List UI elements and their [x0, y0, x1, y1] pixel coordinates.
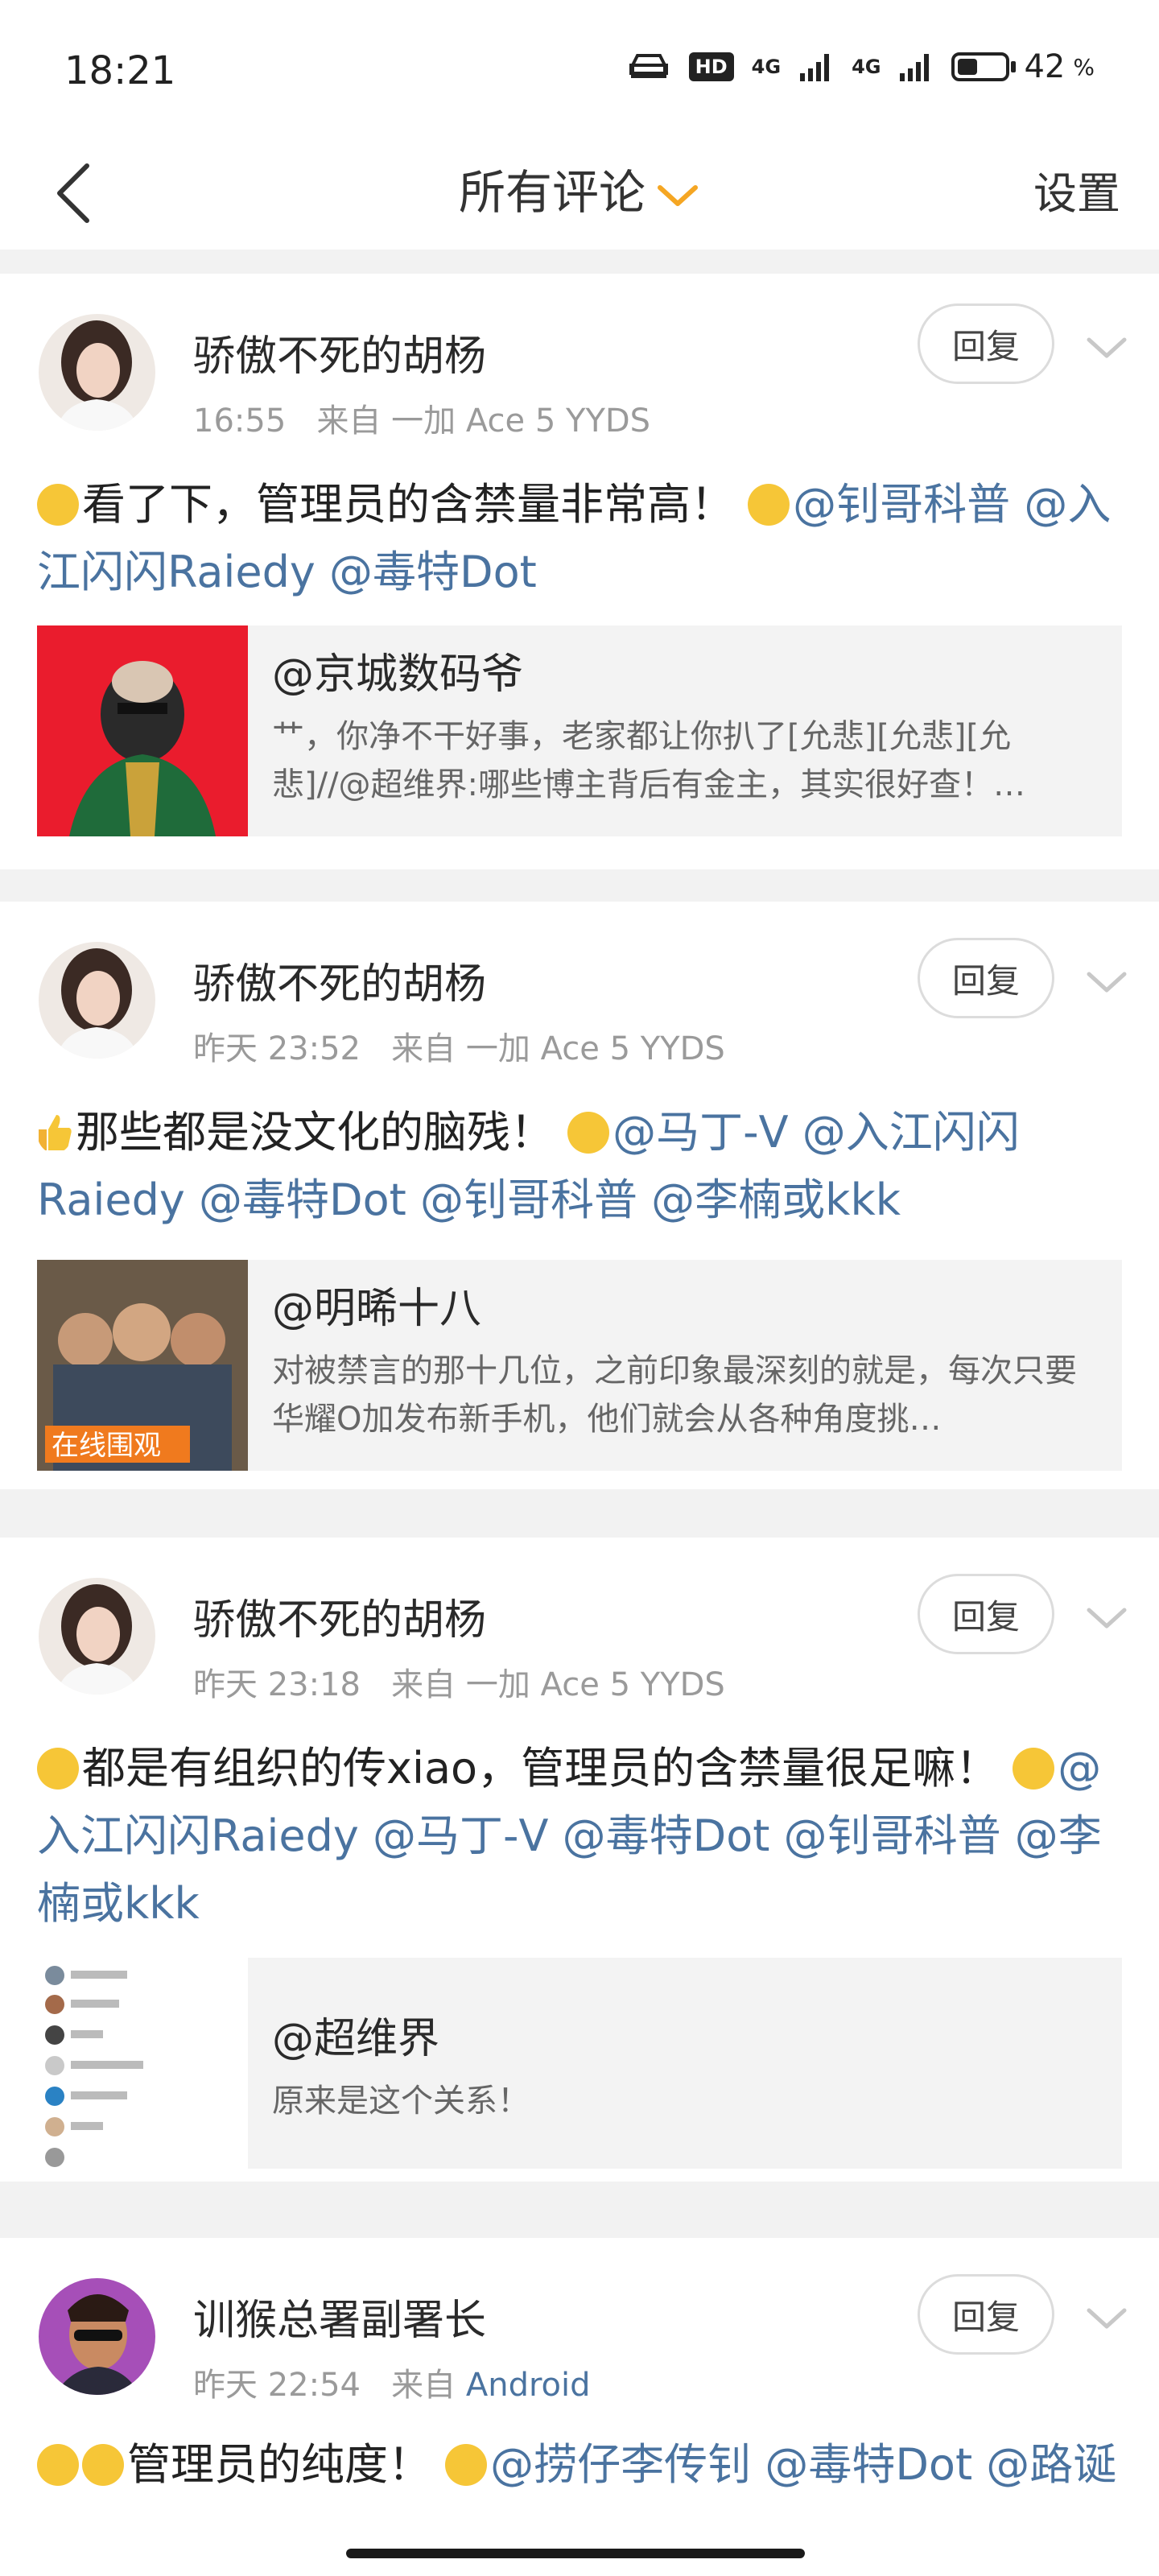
- avatar[interactable]: [39, 2278, 155, 2395]
- signal-icon-2: [900, 54, 930, 81]
- comment-body: 管理员的纯度！: [127, 2439, 431, 2490]
- user-name[interactable]: 骄傲不死的胡杨: [193, 950, 486, 1010]
- battery-indicator: 42%: [951, 48, 1095, 85]
- comment-body: 看了下，管理员的含禁量非常高！: [82, 479, 734, 530]
- status-icons: HD 4G 4G 42%: [626, 48, 1095, 85]
- comment-card: 骄傲不死的胡杨 昨天 23:18 来自 一加 Ace 5 YYDS 回复 都是有…: [0, 1538, 1159, 2182]
- reply-button[interactable]: 回复: [918, 2274, 1054, 2355]
- signal-icon-1: [800, 54, 830, 81]
- comment-meta: 昨天 23:18 来自 一加 Ace 5 YYDS: [193, 1658, 725, 1705]
- battery-unit: %: [1073, 53, 1095, 80]
- car-icon: [629, 54, 668, 78]
- quoted-post-text: 原来是这个关系！: [272, 2083, 530, 2120]
- quoted-post-thumbnail: 在线围观: [37, 1260, 248, 1471]
- comment-time: 16:55: [193, 402, 287, 440]
- comment-source: 一加 Ace 5 YYDS: [391, 402, 651, 440]
- network-4g-label-2: 4G: [852, 56, 881, 78]
- hd-badge: HD: [688, 52, 734, 81]
- thinking-emoji-icon: [748, 484, 790, 526]
- status-bar: 18:21 HD 4G 4G 42%: [0, 0, 1159, 137]
- quoted-post-author: @京城数码爷: [272, 650, 524, 699]
- thumbs-up-emoji-icon: [39, 1115, 72, 1150]
- page-title: 所有评论: [458, 165, 645, 220]
- quoted-post[interactable]: @超维界 原来是这个关系！: [37, 1958, 1122, 2169]
- smirk-emoji-icon: [37, 484, 79, 526]
- more-chevron-icon[interactable]: [1083, 332, 1131, 364]
- user-name[interactable]: 骄傲不死的胡杨: [193, 1586, 486, 1646]
- comment-meta: 昨天 22:54 来自 Android: [193, 2359, 591, 2405]
- quoted-post-thumbnail: [37, 1958, 248, 2169]
- reply-button[interactable]: 回复: [918, 303, 1054, 384]
- network-4g-label-1: 4G: [751, 56, 782, 78]
- grin-emoji-icon: [445, 2444, 488, 2486]
- more-chevron-icon[interactable]: [1083, 2302, 1131, 2334]
- comment-meta: 16:55 来自 一加 Ace 5 YYDS: [193, 394, 650, 441]
- comment-time: 昨天 22:54: [193, 2367, 361, 2404]
- quoted-post[interactable]: @京城数码爷 艹，你净不干好事，老家都让你扒了[允悲][允悲][允悲]//@超维…: [37, 625, 1122, 836]
- quoted-post-author: @超维界: [272, 2015, 440, 2063]
- from-label: 来自: [316, 402, 382, 440]
- avatar[interactable]: [39, 314, 155, 431]
- more-chevron-icon[interactable]: [1083, 1602, 1131, 1634]
- more-chevron-icon[interactable]: [1083, 966, 1131, 998]
- comment-time: 昨天 23:18: [193, 1666, 361, 1703]
- from-label: 来自: [391, 1030, 456, 1067]
- comment-body: 那些都是没文化的脑残！: [76, 1107, 554, 1158]
- quoted-post-thumbnail: [37, 625, 248, 836]
- comment-source: Android: [465, 2367, 591, 2404]
- reply-button[interactable]: 回复: [918, 1574, 1054, 1654]
- avatar[interactable]: [39, 1578, 155, 1695]
- comment-source: 一加 Ace 5 YYDS: [465, 1666, 725, 1703]
- comment-text: 看了下，管理员的含禁量非常高！ @钊哥科普 @入江闪闪Raiedy @毒特Dot: [37, 471, 1124, 606]
- comment-card: 训猴总署副署长 昨天 22:54 来自 Android 回复 管理员的纯度！ @…: [0, 2238, 1159, 2576]
- chevron-down-icon: [658, 184, 698, 206]
- yum-emoji-icon: [567, 1112, 610, 1154]
- smirk-emoji-icon: [1013, 1748, 1055, 1790]
- comment-meta: 昨天 23:52 来自 一加 Ace 5 YYDS: [193, 1022, 725, 1069]
- comment-card: 骄傲不死的胡杨 昨天 23:52 来自 一加 Ace 5 YYDS 回复 那些都…: [0, 902, 1159, 1489]
- comment-body: 都是有组织的传xiao，管理员的含禁量很足嘛！: [82, 1743, 1000, 1794]
- thumbnail-caption: 在线围观: [52, 1430, 161, 1462]
- mention-links[interactable]: @捞仔李传钊 @毒特Dot @路诞: [490, 2439, 1116, 2490]
- reply-button[interactable]: 回复: [918, 938, 1054, 1018]
- thinking-emoji-icon: [37, 2444, 79, 2486]
- quoted-post-text: 对被禁言的那十几位，之前印象最深刻的就是，每次只要华耀O加发布新手机，他们就会从…: [272, 1352, 1077, 1438]
- comment-time: 昨天 23:52: [193, 1030, 361, 1067]
- quoted-post[interactable]: 在线围观 @明晞十八 对被禁言的那十几位，之前印象最深刻的就是，每次只要华耀O加…: [37, 1260, 1122, 1471]
- comment-card: 骄傲不死的胡杨 16:55 来自 一加 Ace 5 YYDS 回复 看了下，管理…: [0, 274, 1159, 869]
- user-name[interactable]: 训猴总署副署长: [193, 2286, 486, 2347]
- quoted-post-text: 艹，你净不干好事，老家都让你扒了[允悲][允悲][允悲]//@超维界:哪些博主背…: [272, 718, 1026, 803]
- user-name[interactable]: 骄傲不死的胡杨: [193, 322, 486, 382]
- comment-text: 都是有组织的传xiao，管理员的含禁量很足嘛！ @入江闪闪Raiedy @马丁-…: [37, 1735, 1124, 1938]
- comment-filter-dropdown[interactable]: 所有评论: [0, 155, 1159, 222]
- from-label: 来自: [391, 2367, 456, 2404]
- comment-text: 管理员的纯度！ @捞仔李传钊 @毒特Dot @路诞: [37, 2431, 1124, 2512]
- comment-text: 那些都是没文化的脑残！ @马丁-V @入江闪闪Raiedy @毒特Dot @钊哥…: [37, 1099, 1124, 1234]
- battery-icon: [951, 52, 1010, 81]
- settings-button[interactable]: 设置: [1033, 158, 1120, 221]
- status-time: 18:21: [64, 48, 176, 93]
- quoted-post-author: @明晞十八: [272, 1285, 482, 1333]
- thinking-emoji-icon: [82, 2444, 124, 2486]
- comment-source: 一加 Ace 5 YYDS: [465, 1030, 725, 1067]
- battery-percent: 42: [1024, 48, 1066, 85]
- avatar[interactable]: [39, 942, 155, 1059]
- thinking-emoji-icon: [37, 1748, 79, 1790]
- home-indicator[interactable]: [346, 2549, 805, 2558]
- from-label: 来自: [391, 1666, 456, 1703]
- nav-bar: 所有评论 设置: [0, 137, 1159, 250]
